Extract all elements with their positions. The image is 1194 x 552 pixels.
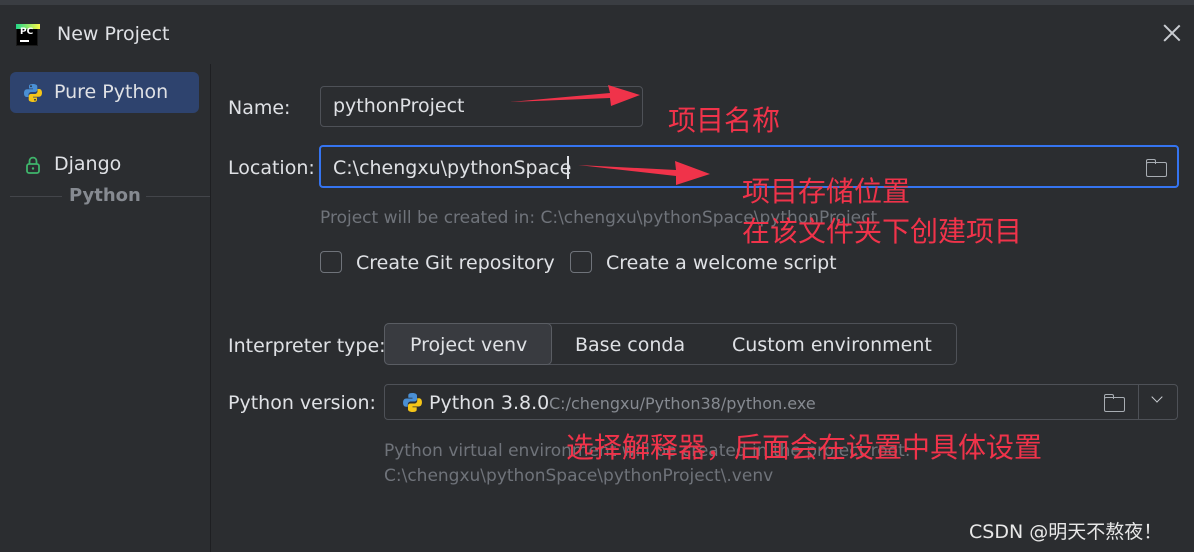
annotation-arrow-name xyxy=(510,85,640,106)
window-title: New Project xyxy=(57,23,170,45)
python-icon xyxy=(24,84,42,102)
sidebar-item-django[interactable]: Django xyxy=(10,144,199,185)
annotation-interpreter: 选择解释器，后面会在设置中具体设置 xyxy=(566,431,1043,464)
annotation-project-name: 项目名称 xyxy=(668,104,781,137)
sidebar-item-label: Pure Python xyxy=(54,81,169,103)
annotation-project-location-1: 项目存储位置 xyxy=(742,175,911,208)
sidebar-item-pure-python[interactable]: Pure Python xyxy=(10,72,199,113)
location-value: C:\chengxu\pythonSpace xyxy=(333,157,572,179)
create-git-checkbox[interactable] xyxy=(320,251,342,273)
name-label: Name: xyxy=(228,97,291,119)
pycharm-icon: PC xyxy=(16,24,40,46)
top-strip xyxy=(0,0,1194,5)
sidebar-section-header: Python xyxy=(10,185,210,207)
interpreter-type-label: Interpreter type: xyxy=(228,335,386,357)
welcome-script-checkbox[interactable] xyxy=(570,251,592,273)
chevron-down-icon[interactable] xyxy=(1151,393,1163,405)
python-version-value: Python 3.8.0 xyxy=(429,392,550,414)
interpreter-option-base-conda[interactable]: Base conda xyxy=(552,324,706,364)
python-version-label: Python version: xyxy=(228,392,376,414)
python-icon xyxy=(403,393,422,412)
lock-icon xyxy=(26,156,40,174)
sidebar: Pure Python Python Django xyxy=(0,64,211,552)
interpreter-option-project-venv[interactable]: Project venv xyxy=(384,323,552,365)
folder-icon[interactable] xyxy=(1103,393,1125,412)
python-version-path: C:/chengxu/Python38/python.exe xyxy=(549,394,816,413)
interpreter-option-custom-environment[interactable]: Custom environment xyxy=(706,324,956,364)
interpreter-type-segmented: Project venv Base conda Custom environme… xyxy=(384,323,957,365)
combo-divider xyxy=(1138,385,1139,419)
location-label: Location: xyxy=(228,157,315,179)
close-icon[interactable] xyxy=(1161,22,1183,44)
annotation-arrow-location xyxy=(578,161,710,185)
title-bar: PC New Project xyxy=(0,0,1194,64)
text-cursor xyxy=(567,156,569,179)
section-header-label: Python xyxy=(69,185,141,206)
name-value: pythonProject xyxy=(333,95,465,117)
venv-hint-line2: C:\chengxu\pythonSpace\pythonProject\.ve… xyxy=(384,466,774,486)
annotation-project-location-2: 在该文件夹下创建项目 xyxy=(742,215,1023,248)
python-version-combo[interactable]: Python 3.8.0 C:/chengxu/Python38/python.… xyxy=(384,384,1178,420)
create-git-label[interactable]: Create Git repository xyxy=(356,252,555,274)
welcome-script-label[interactable]: Create a welcome script xyxy=(606,252,837,274)
folder-icon[interactable] xyxy=(1145,158,1167,177)
watermark: CSDN @明天不熬夜！ xyxy=(969,521,1163,543)
sidebar-item-label: Django xyxy=(54,153,122,175)
